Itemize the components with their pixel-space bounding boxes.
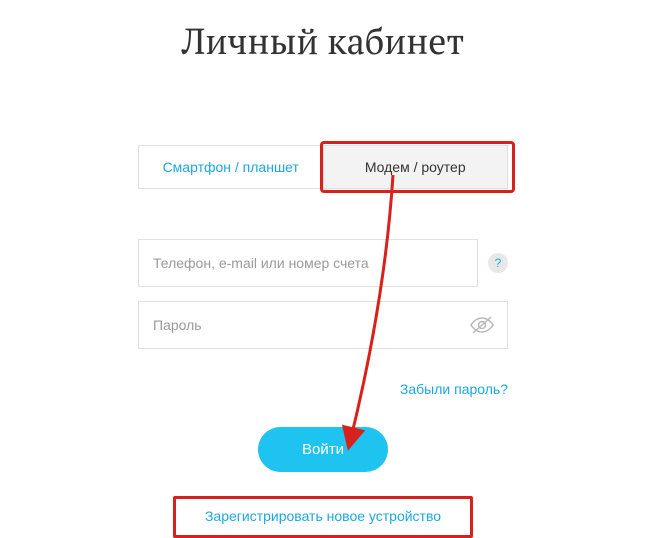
register-link-wrap: Зарегистрировать новое устройство: [175, 498, 471, 536]
help-icon[interactable]: ?: [488, 253, 508, 273]
login-button[interactable]: Войти: [258, 427, 388, 472]
login-input[interactable]: [138, 239, 478, 287]
eye-off-icon[interactable]: [469, 315, 495, 335]
password-input-row: [138, 301, 508, 349]
login-input-row: ?: [138, 239, 508, 287]
password-input[interactable]: [139, 302, 469, 348]
login-form: Смартфон / планшет Модем / роутер ?: [138, 145, 508, 536]
page-title: Личный кабинет: [182, 18, 465, 65]
tab-modem[interactable]: Модем / роутер: [323, 146, 508, 188]
forgot-password-link[interactable]: Забыли пароль?: [400, 381, 508, 397]
register-device-link[interactable]: Зарегистрировать новое устройство: [205, 508, 441, 524]
tab-smartphone[interactable]: Смартфон / планшет: [139, 146, 323, 188]
tab-modem-label: Модем / роутер: [365, 159, 466, 175]
forgot-row: Забыли пароль?: [138, 381, 508, 399]
password-wrap: [138, 301, 508, 349]
device-tabs: Смартфон / планшет Модем / роутер: [138, 145, 508, 189]
